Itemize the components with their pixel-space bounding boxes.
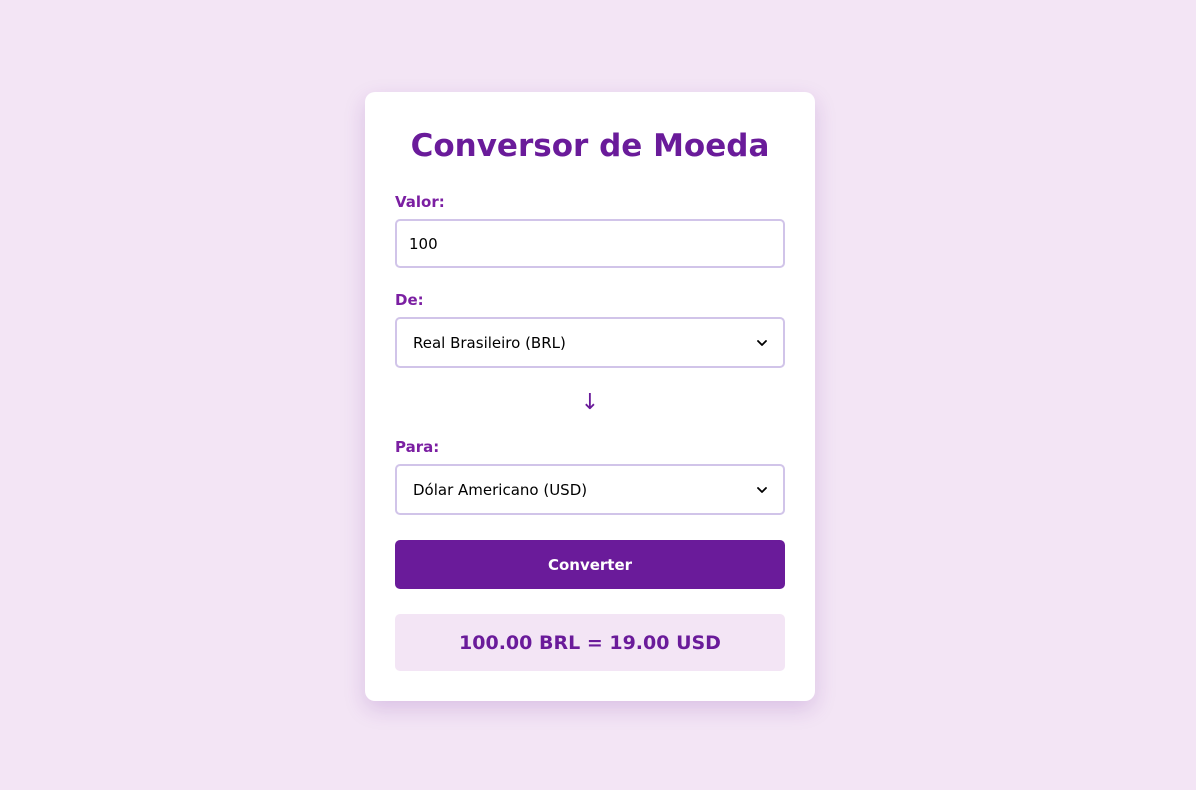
to-currency-select[interactable]: Dólar Americano (USD) xyxy=(395,464,785,515)
converter-card: Conversor de Moeda Valor: 100 De: Real B… xyxy=(365,92,815,701)
to-label: Para: xyxy=(395,438,440,456)
conversion-result: 100.00 BRL = 19.00 USD xyxy=(395,614,785,671)
amount-value: 100 xyxy=(409,234,438,253)
to-currency-value: Dólar Americano (USD) xyxy=(413,480,588,499)
arrow-down-icon: ↓ xyxy=(580,390,600,415)
amount-input[interactable]: 100 xyxy=(395,219,785,268)
convert-button[interactable]: Converter xyxy=(395,540,785,589)
from-currency-value: Real Brasileiro (BRL) xyxy=(413,333,566,352)
amount-label: Valor: xyxy=(395,193,445,211)
from-label: De: xyxy=(395,291,424,309)
chevron-down-icon xyxy=(757,338,767,348)
from-currency-select[interactable]: Real Brasileiro (BRL) xyxy=(395,317,785,368)
chevron-down-icon xyxy=(757,485,767,495)
page-title: Conversor de Moeda xyxy=(410,128,770,164)
